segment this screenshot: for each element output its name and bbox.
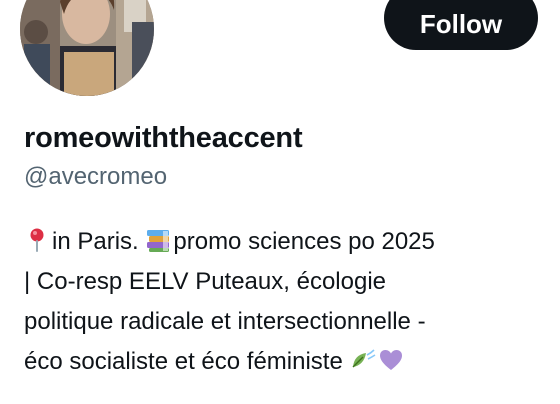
bio-school-text: promo sciences po 2025 xyxy=(173,228,435,255)
bio-line-2: | Co-resp EELV Puteaux, écologie xyxy=(24,268,386,295)
books-icon xyxy=(145,227,171,253)
display-name: romeowiththeaccent xyxy=(24,122,303,154)
follow-button[interactable]: Follow xyxy=(384,0,538,50)
avatar[interactable] xyxy=(16,0,158,100)
bio-line-4-text: éco socialiste et éco féministe xyxy=(24,348,350,375)
bio-line-4: éco socialiste et éco féministe xyxy=(24,342,544,382)
bio-location-text: in Paris. xyxy=(52,228,146,255)
user-handle: @avecromeo xyxy=(24,163,168,190)
profile-bio: in Paris. promo sciences po 2025 | Co-re… xyxy=(24,222,544,382)
leaf-fluttering-in-wind-icon xyxy=(350,347,376,373)
avatar-photo xyxy=(20,0,154,96)
bio-line-3: politique radicale et intersectionnelle … xyxy=(24,308,426,335)
avatar-image xyxy=(20,0,154,96)
purple-heart-icon xyxy=(378,347,404,373)
bio-line-1: in Paris. promo sciences po 2025 xyxy=(24,222,544,262)
round-pushpin-icon xyxy=(24,227,50,253)
